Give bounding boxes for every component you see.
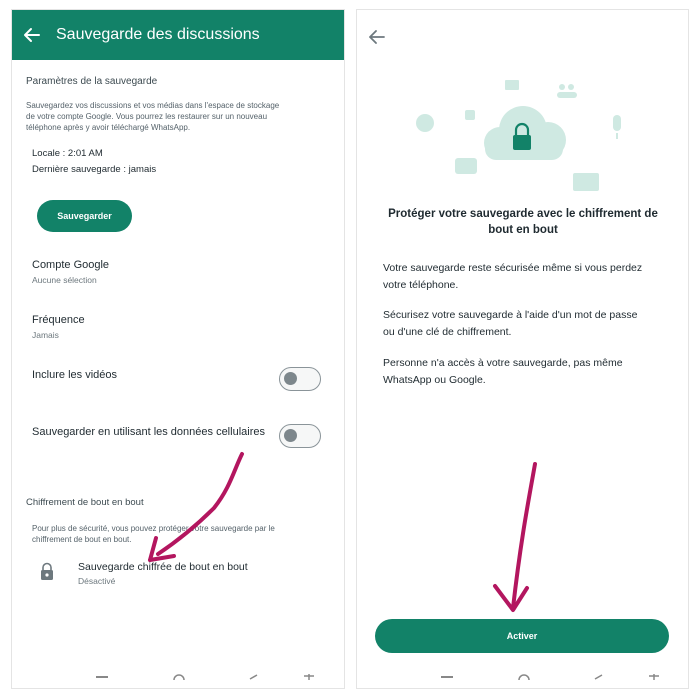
e2e-heading: Chiffrement de bout en bout bbox=[26, 497, 144, 508]
toggle-knob bbox=[284, 372, 297, 385]
back-nav-icon[interactable] bbox=[247, 674, 261, 680]
activate-button[interactable]: Activer bbox=[375, 619, 669, 653]
e2e-intro-screen: Protéger votre sauvegarde avec le chiffr… bbox=[357, 10, 688, 688]
lock-icon bbox=[41, 562, 53, 580]
backup-settings-heading: Paramètres de la sauvegarde bbox=[26, 76, 158, 87]
google-account-value: Aucune sélection bbox=[32, 275, 97, 285]
cellular-data-label: Sauvegarder en utilisant les données cel… bbox=[32, 426, 265, 438]
toggle-knob bbox=[284, 429, 297, 442]
system-nav-bar bbox=[357, 672, 688, 688]
paragraph-line: votre téléphone. bbox=[383, 279, 459, 291]
paragraph-line: Personne n'a accès à votre sauvegarde, p… bbox=[383, 357, 623, 369]
cellular-data-toggle[interactable] bbox=[279, 424, 321, 448]
annotation-arrow bbox=[493, 462, 537, 612]
paragraph-line: ou d'une clé de chiffrement. bbox=[383, 326, 512, 338]
include-videos-label: Inclure les vidéos bbox=[32, 369, 117, 381]
frequency-label: Fréquence bbox=[32, 314, 85, 326]
paragraph-line: Sécurisez votre sauvegarde à l'aide d'un… bbox=[383, 309, 638, 321]
include-videos-toggle[interactable] bbox=[279, 367, 321, 391]
app-bar: Sauvegarde des discussions bbox=[12, 10, 344, 60]
message-icon bbox=[573, 173, 599, 191]
page-title: Sauvegarde des discussions bbox=[56, 26, 260, 43]
backup-settings-screen: Sauvegarde des discussions Paramètres de… bbox=[12, 10, 344, 688]
accessibility-icon[interactable] bbox=[647, 674, 661, 680]
camera-icon bbox=[455, 158, 477, 174]
recents-icon[interactable] bbox=[95, 674, 109, 680]
frequency-value: Jamais bbox=[32, 330, 59, 340]
local-backup-time: Locale : 2:01 AM bbox=[32, 148, 103, 159]
people-icon bbox=[557, 84, 577, 98]
paragraph-line: WhatsApp ou Google. bbox=[383, 374, 486, 386]
microphone-icon bbox=[613, 115, 621, 139]
benefit-paragraph-3: Personne n'a accès à votre sauvegarde, p… bbox=[383, 355, 673, 389]
arrow-left-icon[interactable] bbox=[368, 28, 386, 46]
accessibility-icon[interactable] bbox=[302, 674, 316, 680]
back-nav-icon[interactable] bbox=[592, 674, 606, 680]
image-icon bbox=[505, 80, 519, 90]
paragraph-line: Votre sauvegarde reste sécurisée même si… bbox=[383, 262, 643, 274]
cloud-lock-illustration bbox=[416, 80, 621, 191]
arrow-left-icon[interactable] bbox=[22, 25, 42, 45]
heading-line-1: Protéger votre sauvegarde avec le chiffr… bbox=[388, 208, 658, 220]
video-icon bbox=[465, 110, 475, 120]
last-backup-text: Dernière sauvegarde : jamais bbox=[32, 164, 157, 175]
backup-description-line-1: Sauvegardez vos discussions et vos média… bbox=[26, 101, 280, 110]
e2e-description-line-1: Pour plus de sécurité, vous pouvez proté… bbox=[32, 524, 275, 533]
annotation-arrow bbox=[148, 452, 244, 562]
heading-line-2: bout en bout bbox=[488, 224, 558, 236]
backup-description-line-3: téléphone après y avoir téléchargé Whats… bbox=[26, 123, 191, 132]
home-icon[interactable] bbox=[517, 674, 531, 680]
system-nav-bar bbox=[12, 672, 344, 688]
e2e-backup-label: Sauvegarde chiffrée de bout en bout bbox=[78, 561, 248, 573]
cloud-icon bbox=[484, 106, 566, 160]
save-button[interactable]: Sauvegarder bbox=[37, 200, 132, 232]
benefit-paragraph-1: Votre sauvegarde reste sécurisée même si… bbox=[383, 260, 673, 294]
e2e-description-line-2: chiffrement de bout en bout. bbox=[32, 535, 132, 544]
backup-description-line-2: de votre compte Google. Vous pourrez les… bbox=[26, 112, 268, 121]
home-icon[interactable] bbox=[172, 674, 186, 680]
recents-icon[interactable] bbox=[440, 674, 454, 680]
e2e-backup-status: Désactivé bbox=[78, 576, 116, 586]
benefit-paragraph-2: Sécurisez votre sauvegarde à l'aide d'un… bbox=[383, 307, 673, 341]
smiley-icon bbox=[416, 114, 434, 132]
e2e-heading: Protéger votre sauvegarde avec le chiffr… bbox=[377, 206, 669, 238]
google-account-label: Compte Google bbox=[32, 259, 110, 271]
